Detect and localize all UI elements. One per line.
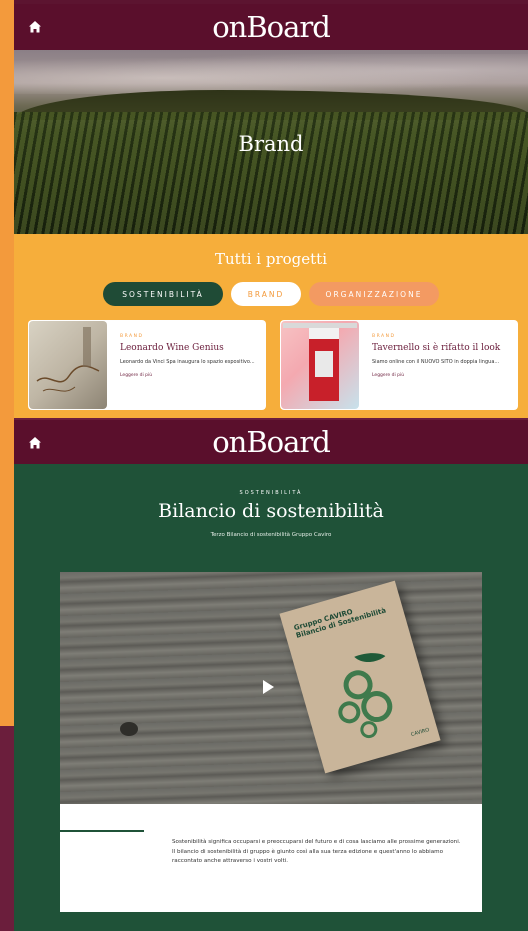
page-subtitle: Terzo Bilancio di sostenibilità Gruppo C… bbox=[210, 532, 332, 538]
project-card[interactable]: BRAND Tavernello si è rifatto il look Si… bbox=[280, 320, 518, 410]
project-card[interactable]: BRAND Leonardo Wine Genius Leonardo da V… bbox=[28, 320, 266, 410]
header: onBoard bbox=[14, 420, 528, 464]
accent-strip bbox=[0, 0, 14, 726]
filter-organizzazione[interactable]: ORGANIZZAZIONE bbox=[309, 282, 439, 306]
card-text: Siamo online con il NUOVO SITO in doppia… bbox=[372, 359, 500, 365]
article-body: Sostenibilità significa occuparsi e preo… bbox=[60, 804, 482, 912]
card-title[interactable]: Tavernello si è rifatto il look bbox=[372, 343, 510, 353]
card-tag: BRAND bbox=[372, 334, 396, 339]
card-text: Leonardo da Vinci Spa inaugura lo spazio… bbox=[120, 359, 255, 365]
article-screen: onBoard SOSTENIBILITÀ Bilancio di sosten… bbox=[14, 420, 528, 931]
card-tag: BRAND bbox=[120, 334, 144, 339]
leaf-art bbox=[338, 653, 393, 739]
card-image bbox=[281, 321, 359, 409]
read-more-link[interactable]: Leggere di più bbox=[120, 373, 258, 378]
filter-bar: SOSTENIBILITÀ BRAND ORGANIZZAZIONE bbox=[14, 282, 528, 306]
filter-brand[interactable]: BRAND bbox=[231, 282, 301, 306]
filter-sostenibilita[interactable]: SOSTENIBILITÀ bbox=[103, 282, 223, 306]
logo[interactable]: onBoard bbox=[14, 425, 528, 459]
play-icon[interactable] bbox=[263, 680, 274, 694]
read-more-link[interactable]: Leggere di più bbox=[372, 373, 510, 378]
logo[interactable]: onBoard bbox=[14, 10, 528, 44]
body-text: Sostenibilità significa occuparsi e preo… bbox=[172, 839, 461, 864]
project-cards: BRAND Leonardo Wine Genius Leonardo da V… bbox=[28, 320, 518, 410]
book-title: Gruppo CAVIRO Bilancio di Sostenibilità bbox=[292, 606, 388, 641]
report-book-image: Gruppo CAVIRO Bilancio di Sostenibilità … bbox=[279, 580, 441, 774]
brand-screen: onBoard Brand Tutti i progetti SOSTENIBI… bbox=[14, 4, 528, 418]
page-title: Bilancio di sostenibilità bbox=[158, 500, 384, 522]
section-title: Tutti i progetti bbox=[215, 250, 327, 268]
hero-title: Brand bbox=[238, 132, 304, 156]
video-player[interactable]: Gruppo CAVIRO Bilancio di Sostenibilità … bbox=[60, 572, 482, 804]
divider bbox=[60, 830, 144, 832]
hero-banner: Brand bbox=[14, 50, 528, 234]
category-label: SOSTENIBILITÀ bbox=[239, 490, 303, 496]
card-image bbox=[29, 321, 107, 409]
book-brand: CAVIRO bbox=[410, 727, 431, 739]
card-title[interactable]: Leonardo Wine Genius bbox=[120, 343, 258, 353]
header: onBoard bbox=[14, 4, 528, 50]
